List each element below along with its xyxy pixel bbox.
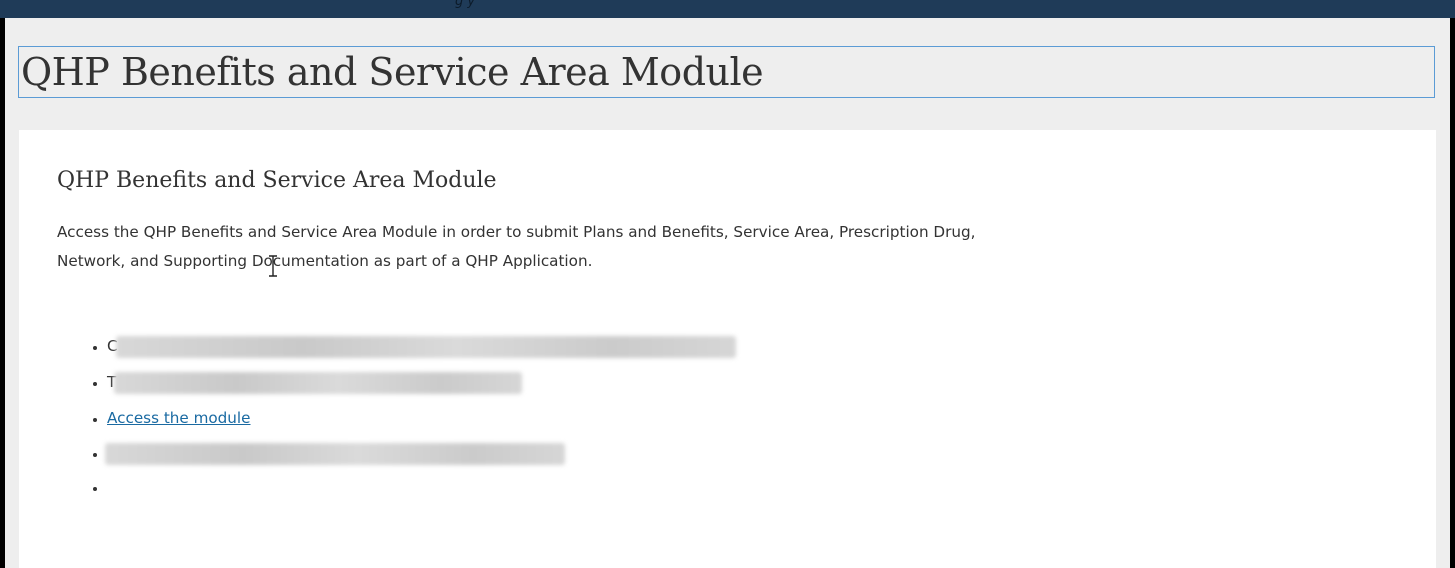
- list-item: Access the module: [107, 400, 736, 436]
- top-bar-text: g y: [455, 0, 476, 9]
- card-description: Access the QHP Benefits and Service Area…: [57, 223, 976, 270]
- card-heading: QHP Benefits and Service Area Module: [57, 168, 497, 193]
- page-title-box: QHP Benefits and Service Area Module: [18, 46, 1435, 98]
- page-title: QHP Benefits and Service Area Module: [21, 50, 764, 94]
- top-bar: g y: [0, 0, 1455, 18]
- redacted-text: [115, 335, 736, 358]
- list-item: [107, 470, 736, 504]
- list-item: T: [107, 364, 736, 400]
- bullet-list: C T Access the module: [57, 328, 736, 504]
- list-item: C: [107, 328, 736, 364]
- redacted-text: [114, 371, 523, 394]
- access-module-link[interactable]: Access the module: [107, 409, 251, 427]
- redacted-text: [105, 442, 565, 465]
- content-card: QHP Benefits and Service Area Module Acc…: [19, 130, 1436, 568]
- text-cursor-icon: [269, 255, 277, 277]
- list-item: [105, 436, 736, 470]
